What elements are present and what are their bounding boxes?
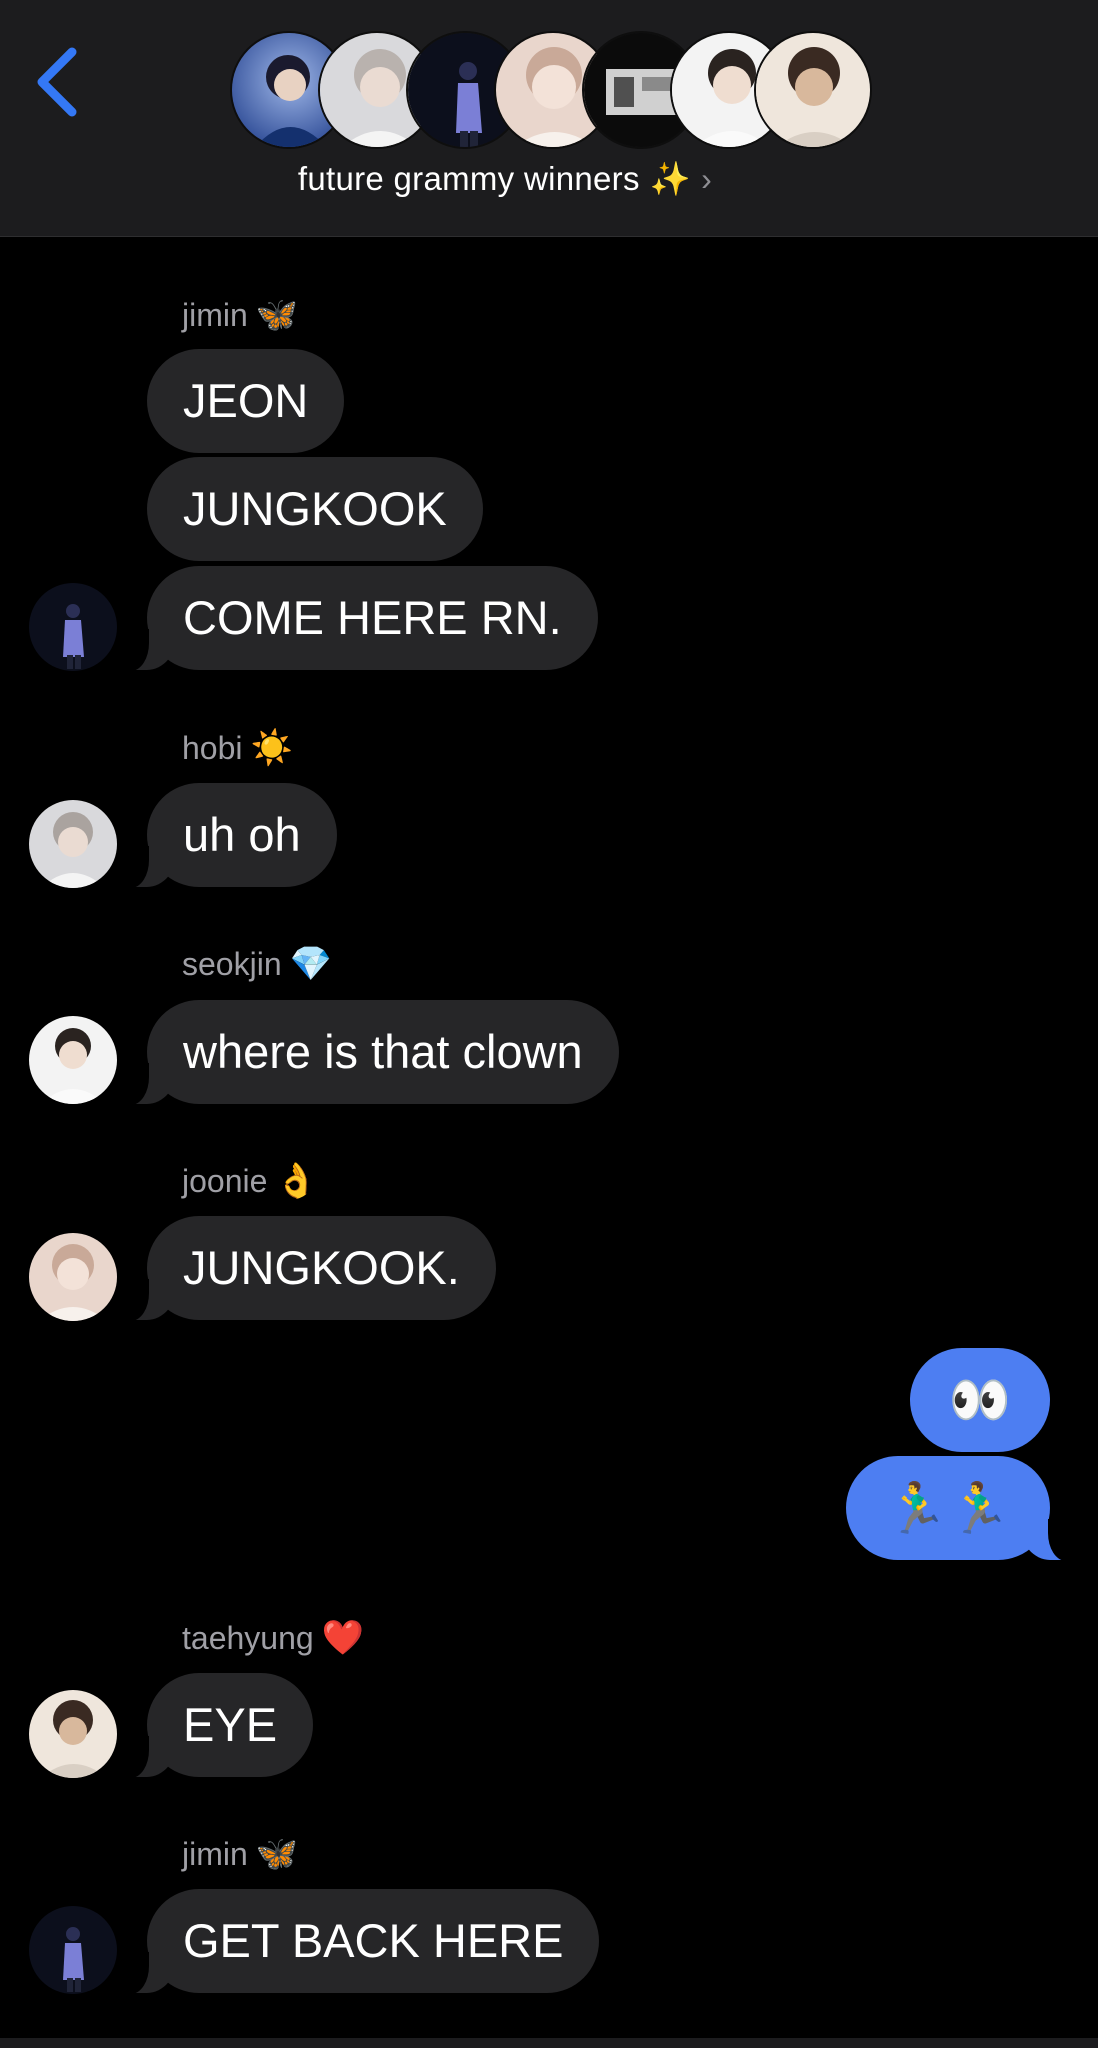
message-bubble[interactable]: where is that clown: [121, 1000, 619, 1105]
gem-icon: 💎: [289, 945, 332, 983]
group-name: future grammy winners: [297, 160, 640, 197]
sender-label-jimin: jimin 🦋: [182, 296, 299, 334]
group-name-button[interactable]: future grammy winners ✨ ›: [0, 160, 1010, 199]
member-avatar-7[interactable]: [754, 31, 872, 149]
sender-label-jimin: jimin 🦋: [182, 1835, 299, 1873]
bottom-bar: [0, 2038, 1098, 2048]
chevron-left-icon: [37, 47, 77, 117]
message-bubble[interactable]: EYE: [120, 1673, 314, 1778]
outgoing-message-bubble[interactable]: 🏃‍♂️🏃‍♂️: [846, 1456, 1076, 1561]
sender-label-joonie: joonie 👌: [182, 1162, 318, 1200]
butterfly-icon: 🦋: [255, 1835, 299, 1873]
sender-label-seokjin: seokjin 💎: [182, 945, 332, 983]
avatar-jimin[interactable]: [29, 583, 117, 671]
conversation-header: future grammy winners ✨ ›: [0, 0, 1098, 237]
message-bubble[interactable]: GET BACK HERE: [120, 1889, 600, 1994]
sender-label-taehyung: taehyung ❤️: [182, 1619, 365, 1657]
message-bubble[interactable]: JEON: [147, 349, 345, 453]
group-avatars[interactable]: [230, 31, 872, 151]
avatar-joonie[interactable]: [29, 1233, 117, 1321]
sender-label-hobi: hobi ☀️: [182, 729, 293, 767]
avatar-seokjin[interactable]: [29, 1016, 117, 1104]
butterfly-icon: 🦋: [255, 296, 299, 334]
message-bubble[interactable]: JUNGKOOK: [147, 457, 483, 561]
back-button[interactable]: [30, 44, 86, 120]
message-bubble[interactable]: uh oh: [121, 783, 337, 888]
message-bubble[interactable]: JUNGKOOK.: [121, 1216, 496, 1321]
avatar-taehyung[interactable]: [29, 1690, 117, 1778]
chevron-right-icon: ›: [701, 161, 713, 197]
avatar-hobi[interactable]: [29, 800, 117, 888]
sparkles-icon: ✨: [649, 160, 692, 197]
outgoing-message-bubble[interactable]: 👀: [910, 1348, 1050, 1452]
sun-icon: ☀️: [250, 729, 293, 767]
heart-icon: ❤️: [321, 1619, 365, 1657]
message-bubble[interactable]: COME HERE RN.: [121, 566, 598, 671]
ok-hand-icon: 👌: [275, 1162, 318, 1200]
avatar-jimin[interactable]: [29, 1906, 117, 1994]
